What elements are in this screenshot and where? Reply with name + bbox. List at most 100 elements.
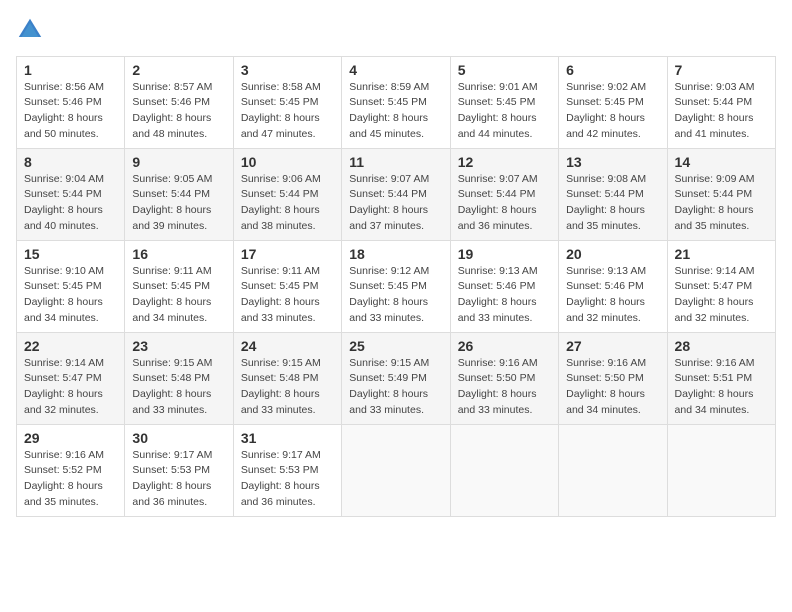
day-number: 9: [132, 154, 225, 170]
calendar-cell-2-6: 13 Sunrise: 9:08 AMSunset: 5:44 PMDayligh…: [559, 148, 667, 240]
day-info: Sunrise: 9:01 AMSunset: 5:45 PMDaylight:…: [458, 80, 551, 143]
week-row-4: 22 Sunrise: 9:14 AMSunset: 5:47 PMDayligh…: [17, 332, 776, 424]
week-row-2: 8Sunrise: 9:04 AMSunset: 5:44 PMDaylight…: [17, 148, 776, 240]
day-info: Sunrise: 8:58 AMSunset: 5:45 PMDaylight:…: [241, 80, 334, 143]
day-number: 13: [566, 154, 659, 170]
day-number: 3: [241, 62, 334, 78]
calendar-cell-4-2: 23 Sunrise: 9:15 AMSunset: 5:48 PMDayligh…: [125, 332, 233, 424]
calendar-cell-4-4: 25 Sunrise: 9:15 AMSunset: 5:49 PMDayligh…: [342, 332, 450, 424]
calendar-cell-5-7: [667, 424, 775, 516]
logo: [16, 16, 48, 44]
day-info: Sunrise: 9:12 AMSunset: 5:45 PMDaylight:…: [349, 264, 442, 327]
calendar-cell-4-1: 22 Sunrise: 9:14 AMSunset: 5:47 PMDayligh…: [17, 332, 125, 424]
day-number: 11: [349, 154, 442, 170]
day-info: Sunrise: 9:15 AMSunset: 5:49 PMDaylight:…: [349, 356, 442, 419]
day-number: 12: [458, 154, 551, 170]
day-info: Sunrise: 9:15 AMSunset: 5:48 PMDaylight:…: [132, 356, 225, 419]
day-number: 29: [24, 430, 117, 446]
day-info: Sunrise: 9:14 AMSunset: 5:47 PMDaylight:…: [675, 264, 768, 327]
day-info: Sunrise: 9:09 AMSunset: 5:44 PMDaylight:…: [675, 172, 768, 235]
day-number: 15: [24, 246, 117, 262]
day-info: Sunrise: 9:13 AMSunset: 5:46 PMDaylight:…: [566, 264, 659, 327]
calendar-cell-5-5: [450, 424, 558, 516]
day-info: Sunrise: 9:13 AMSunset: 5:46 PMDaylight:…: [458, 264, 551, 327]
calendar-cell-4-3: 24 Sunrise: 9:15 AMSunset: 5:48 PMDayligh…: [233, 332, 341, 424]
day-info: Sunrise: 9:05 AMSunset: 5:44 PMDaylight:…: [132, 172, 225, 235]
calendar-cell-5-3: 31 Sunrise: 9:17 AMSunset: 5:53 PMDayligh…: [233, 424, 341, 516]
day-number: 30: [132, 430, 225, 446]
day-number: 25: [349, 338, 442, 354]
calendar-cell-1-7: 7Sunrise: 9:03 AMSunset: 5:44 PMDaylight…: [667, 56, 775, 148]
calendar-cell-1-4: 4 Sunrise: 8:59 AMSunset: 5:45 PMDaylight…: [342, 56, 450, 148]
calendar-cell-3-6: 20 Sunrise: 9:13 AMSunset: 5:46 PMDayligh…: [559, 240, 667, 332]
page-header: [16, 16, 776, 44]
day-info: Sunrise: 9:17 AMSunset: 5:53 PMDaylight:…: [241, 448, 334, 511]
day-info: Sunrise: 9:14 AMSunset: 5:47 PMDaylight:…: [24, 356, 117, 419]
day-number: 7: [675, 62, 768, 78]
day-number: 23: [132, 338, 225, 354]
calendar-cell-5-4: [342, 424, 450, 516]
calendar-cell-4-7: 28Sunrise: 9:16 AMSunset: 5:51 PMDayligh…: [667, 332, 775, 424]
day-info: Sunrise: 9:06 AMSunset: 5:44 PMDaylight:…: [241, 172, 334, 235]
day-number: 26: [458, 338, 551, 354]
day-number: 8: [24, 154, 117, 170]
calendar-cell-2-2: 9 Sunrise: 9:05 AMSunset: 5:44 PMDaylight…: [125, 148, 233, 240]
day-number: 5: [458, 62, 551, 78]
calendar-cell-3-7: 21 Sunrise: 9:14 AMSunset: 5:47 PMDayligh…: [667, 240, 775, 332]
calendar-cell-1-5: 5 Sunrise: 9:01 AMSunset: 5:45 PMDaylight…: [450, 56, 558, 148]
day-info: Sunrise: 9:08 AMSunset: 5:44 PMDaylight:…: [566, 172, 659, 235]
calendar-cell-2-5: 12 Sunrise: 9:07 AMSunset: 5:44 PMDayligh…: [450, 148, 558, 240]
day-number: 22: [24, 338, 117, 354]
day-number: 6: [566, 62, 659, 78]
day-number: 27: [566, 338, 659, 354]
day-number: 31: [241, 430, 334, 446]
calendar-cell-5-6: [559, 424, 667, 516]
calendar-cell-2-7: 14Sunrise: 9:09 AMSunset: 5:44 PMDayligh…: [667, 148, 775, 240]
day-number: 19: [458, 246, 551, 262]
calendar-cell-4-5: 26 Sunrise: 9:16 AMSunset: 5:50 PMDayligh…: [450, 332, 558, 424]
day-info: Sunrise: 8:57 AMSunset: 5:46 PMDaylight:…: [132, 80, 225, 143]
day-info: Sunrise: 9:07 AMSunset: 5:44 PMDaylight:…: [458, 172, 551, 235]
day-number: 1: [24, 62, 117, 78]
calendar-cell-5-1: 29 Sunrise: 9:16 AMSunset: 5:52 PMDayligh…: [17, 424, 125, 516]
calendar-cell-4-6: 27 Sunrise: 9:16 AMSunset: 5:50 PMDayligh…: [559, 332, 667, 424]
week-row-5: 29 Sunrise: 9:16 AMSunset: 5:52 PMDayligh…: [17, 424, 776, 516]
calendar-cell-5-2: 30 Sunrise: 9:17 AMSunset: 5:53 PMDayligh…: [125, 424, 233, 516]
day-number: 20: [566, 246, 659, 262]
day-number: 24: [241, 338, 334, 354]
day-info: Sunrise: 9:02 AMSunset: 5:45 PMDaylight:…: [566, 80, 659, 143]
calendar-cell-2-3: 10 Sunrise: 9:06 AMSunset: 5:44 PMDayligh…: [233, 148, 341, 240]
day-info: Sunrise: 9:11 AMSunset: 5:45 PMDaylight:…: [132, 264, 225, 327]
logo-icon: [16, 16, 44, 44]
day-number: 17: [241, 246, 334, 262]
day-number: 16: [132, 246, 225, 262]
day-info: Sunrise: 9:17 AMSunset: 5:53 PMDaylight:…: [132, 448, 225, 511]
calendar-cell-2-4: 11 Sunrise: 9:07 AMSunset: 5:44 PMDayligh…: [342, 148, 450, 240]
day-number: 2: [132, 62, 225, 78]
day-number: 21: [675, 246, 768, 262]
calendar-cell-1-2: 2 Sunrise: 8:57 AMSunset: 5:46 PMDaylight…: [125, 56, 233, 148]
day-info: Sunrise: 9:16 AMSunset: 5:51 PMDaylight:…: [675, 356, 768, 419]
calendar-cell-1-6: 6 Sunrise: 9:02 AMSunset: 5:45 PMDaylight…: [559, 56, 667, 148]
calendar-cell-3-3: 17 Sunrise: 9:11 AMSunset: 5:45 PMDayligh…: [233, 240, 341, 332]
week-row-3: 15 Sunrise: 9:10 AMSunset: 5:45 PMDayligh…: [17, 240, 776, 332]
day-number: 4: [349, 62, 442, 78]
week-row-1: 1 Sunrise: 8:56 AMSunset: 5:46 PMDaylight…: [17, 56, 776, 148]
day-info: Sunrise: 9:10 AMSunset: 5:45 PMDaylight:…: [24, 264, 117, 327]
day-info: Sunrise: 9:16 AMSunset: 5:52 PMDaylight:…: [24, 448, 117, 511]
day-info: Sunrise: 9:16 AMSunset: 5:50 PMDaylight:…: [458, 356, 551, 419]
calendar-cell-3-4: 18 Sunrise: 9:12 AMSunset: 5:45 PMDayligh…: [342, 240, 450, 332]
day-info: Sunrise: 9:07 AMSunset: 5:44 PMDaylight:…: [349, 172, 442, 235]
day-info: Sunrise: 9:11 AMSunset: 5:45 PMDaylight:…: [241, 264, 334, 327]
day-info: Sunrise: 9:16 AMSunset: 5:50 PMDaylight:…: [566, 356, 659, 419]
calendar-cell-1-1: 1 Sunrise: 8:56 AMSunset: 5:46 PMDaylight…: [17, 56, 125, 148]
day-info: Sunrise: 9:15 AMSunset: 5:48 PMDaylight:…: [241, 356, 334, 419]
day-number: 18: [349, 246, 442, 262]
day-info: Sunrise: 8:59 AMSunset: 5:45 PMDaylight:…: [349, 80, 442, 143]
day-number: 10: [241, 154, 334, 170]
calendar-cell-3-5: 19 Sunrise: 9:13 AMSunset: 5:46 PMDayligh…: [450, 240, 558, 332]
calendar-cell-1-3: 3 Sunrise: 8:58 AMSunset: 5:45 PMDaylight…: [233, 56, 341, 148]
calendar-cell-3-2: 16 Sunrise: 9:11 AMSunset: 5:45 PMDayligh…: [125, 240, 233, 332]
calendar-cell-2-1: 8Sunrise: 9:04 AMSunset: 5:44 PMDaylight…: [17, 148, 125, 240]
day-info: Sunrise: 8:56 AMSunset: 5:46 PMDaylight:…: [24, 80, 117, 143]
